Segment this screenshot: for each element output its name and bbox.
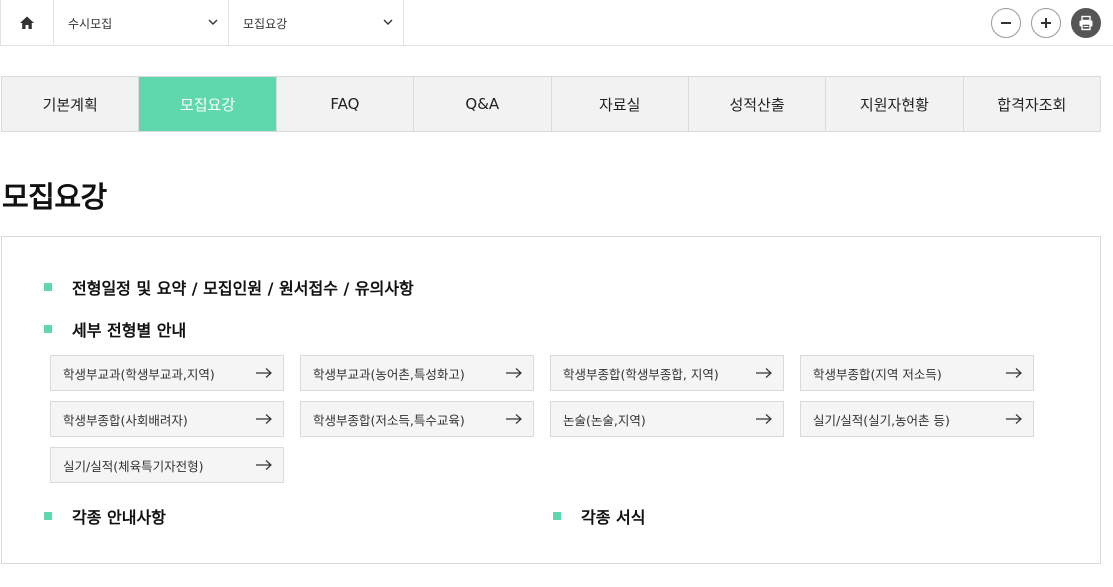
section-forms[interactable]: 각종 서식 bbox=[553, 504, 645, 528]
link-button[interactable]: 학생부종합(학생부종합, 지역) bbox=[550, 355, 784, 391]
arrow-right-icon bbox=[756, 414, 772, 424]
minus-icon bbox=[1001, 22, 1011, 24]
section-notices[interactable]: 각종 안내사항 bbox=[44, 504, 166, 528]
link-button[interactable]: 논술(논술,지역) bbox=[550, 401, 784, 437]
link-button[interactable]: 실기/실적(실기,농어촌 등) bbox=[800, 401, 1034, 437]
zoom-in-button[interactable] bbox=[1031, 8, 1061, 38]
tab-grade-calc[interactable]: 성적산출 bbox=[689, 77, 827, 131]
tab-guidelines[interactable]: 모집요강 bbox=[139, 77, 277, 131]
section-schedule-label: 전형일정 및 요약 / 모집인원 / 원서접수 / 유의사항 bbox=[72, 279, 414, 298]
tab-applicant-status[interactable]: 지원자현황 bbox=[826, 77, 964, 131]
chevron-down-icon bbox=[383, 19, 393, 25]
link-button-label: 학생부교과(농어촌,특성화고) bbox=[313, 366, 465, 382]
arrow-right-icon bbox=[256, 460, 272, 470]
arrow-right-icon bbox=[506, 368, 522, 378]
arrow-right-icon bbox=[256, 414, 272, 424]
link-button[interactable]: 학생부교과(학생부교과,지역) bbox=[50, 355, 284, 391]
section-detail: 세부 전형별 안내 bbox=[44, 317, 186, 341]
chevron-down-icon bbox=[208, 19, 218, 25]
square-bullet-icon bbox=[44, 283, 52, 291]
print-button[interactable] bbox=[1071, 8, 1101, 38]
plus-icon bbox=[1041, 18, 1051, 28]
tab-basic-plan[interactable]: 기본계획 bbox=[2, 77, 140, 131]
breadcrumb-select-category[interactable]: 수시모집 bbox=[54, 0, 229, 46]
link-button-label: 실기/실적(체육특기자전형) bbox=[63, 458, 204, 474]
tab-bar: 기본계획 모집요강 FAQ Q&A 자료실 성적산출 지원자현황 합격자조회 bbox=[1, 76, 1101, 132]
print-icon bbox=[1079, 15, 1093, 31]
arrow-right-icon bbox=[506, 414, 522, 424]
section-notices-label: 각종 안내사항 bbox=[72, 508, 166, 527]
content-box: 전형일정 및 요약 / 모집인원 / 원서접수 / 유의사항 세부 전형별 안내… bbox=[1, 236, 1101, 564]
square-bullet-icon bbox=[553, 512, 561, 520]
link-button-label: 학생부종합(저소득,특수교육) bbox=[313, 412, 465, 428]
square-bullet-icon bbox=[44, 512, 52, 520]
arrow-right-icon bbox=[1006, 368, 1022, 378]
link-button[interactable]: 학생부종합(지역 저소득) bbox=[800, 355, 1034, 391]
link-button[interactable]: 실기/실적(체육특기자전형) bbox=[50, 447, 284, 483]
link-button-label: 학생부종합(지역 저소득) bbox=[813, 366, 942, 382]
home-icon bbox=[20, 16, 34, 29]
section-detail-label: 세부 전형별 안내 bbox=[72, 321, 187, 340]
link-button[interactable]: 학생부종합(저소득,특수교육) bbox=[300, 401, 534, 437]
breadcrumb-select-page-value: 모집요강 bbox=[243, 16, 288, 31]
arrow-right-icon bbox=[1006, 414, 1022, 424]
link-button-label: 학생부종합(학생부종합, 지역) bbox=[563, 366, 719, 382]
tab-faq[interactable]: FAQ bbox=[277, 77, 415, 131]
link-button-label: 학생부교과(학생부교과,지역) bbox=[63, 366, 215, 382]
arrow-right-icon bbox=[756, 368, 772, 378]
arrow-right-icon bbox=[256, 368, 272, 378]
section-schedule[interactable]: 전형일정 및 요약 / 모집인원 / 원서접수 / 유의사항 bbox=[44, 275, 414, 299]
link-button[interactable]: 학생부교과(농어촌,특성화고) bbox=[300, 355, 534, 391]
section-forms-label: 각종 서식 bbox=[581, 508, 646, 527]
breadcrumb-select-page[interactable]: 모집요강 bbox=[229, 0, 404, 46]
page-title: 모집요강 bbox=[2, 180, 107, 214]
zoom-out-button[interactable] bbox=[991, 8, 1021, 38]
link-button-label: 논술(논술,지역) bbox=[563, 412, 646, 428]
square-bullet-icon bbox=[44, 325, 52, 333]
top-bar: 수시모집 모집요강 bbox=[0, 0, 1113, 46]
home-button[interactable] bbox=[0, 0, 54, 46]
link-button-label: 실기/실적(실기,농어촌 등) bbox=[813, 412, 950, 428]
tab-resources[interactable]: 자료실 bbox=[552, 77, 689, 131]
link-button-label: 학생부종합(사회배려자) bbox=[63, 412, 188, 428]
breadcrumb-select-category-value: 수시모집 bbox=[68, 16, 113, 31]
tab-qna[interactable]: Q&A bbox=[414, 77, 552, 131]
tab-result-lookup[interactable]: 합격자조회 bbox=[964, 77, 1100, 131]
link-button[interactable]: 학생부종합(사회배려자) bbox=[50, 401, 284, 437]
